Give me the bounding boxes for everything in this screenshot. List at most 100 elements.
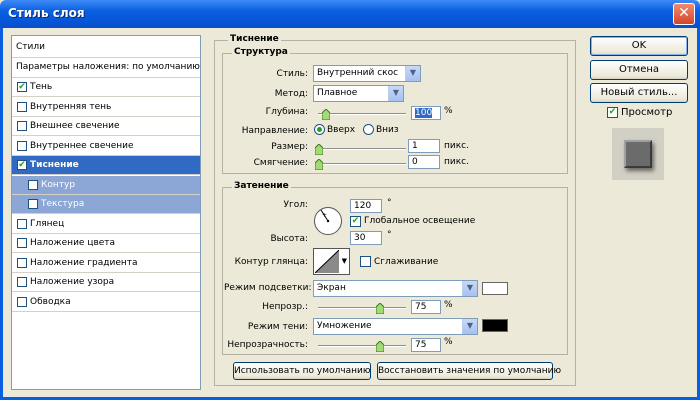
- sidebar-item[interactable]: ✔ Тиснение: [12, 156, 200, 175]
- styles-list: Стили Параметры наложения: по умолчанию …: [11, 35, 201, 390]
- depth-value: 100: [415, 108, 433, 118]
- title-bar[interactable]: Стиль слоя ✕: [0, 0, 700, 28]
- global-light-checkbox[interactable]: ✔: [350, 216, 361, 227]
- sidebar-item-label: Глянец: [30, 218, 65, 229]
- highlight-mode-label: Режим подсветки:: [224, 283, 312, 293]
- soften-slider[interactable]: [315, 159, 406, 170]
- sidebar-item[interactable]: Наложение градиента: [12, 254, 200, 273]
- blending-options-item[interactable]: Параметры наложения: по умолчанию: [12, 58, 200, 78]
- sidebar-item-label: Внешнее свечение: [30, 121, 120, 131]
- soften-unit: пикс.: [444, 157, 469, 167]
- highlight-opacity-slider[interactable]: [318, 303, 406, 314]
- blending-options-label: Параметры наложения: по умолчанию: [16, 62, 200, 72]
- highlight-color-swatch[interactable]: [482, 282, 508, 295]
- slider-thumb-icon[interactable]: [315, 144, 323, 155]
- chevron-down-icon: ▼: [462, 281, 477, 296]
- sidebar-item-label: Внутренняя тень: [30, 101, 112, 112]
- sidebar-item[interactable]: Контур: [12, 175, 200, 195]
- slider-thumb-icon[interactable]: [376, 341, 384, 352]
- sidebar-item-checkbox[interactable]: [28, 199, 38, 209]
- sidebar-item[interactable]: Наложение цвета: [12, 234, 200, 253]
- close-button[interactable]: ✕: [673, 3, 695, 25]
- new-style-button[interactable]: Новый стиль...: [590, 83, 688, 103]
- ok-button[interactable]: OK: [590, 36, 688, 56]
- sidebar-item-label: Контур: [41, 179, 76, 190]
- size-input[interactable]: 1: [408, 139, 440, 153]
- angle-input[interactable]: 120: [350, 199, 382, 213]
- structure-title: Структура: [232, 47, 290, 57]
- direction-up-radio[interactable]: [314, 124, 325, 135]
- chevron-down-icon: ▼: [341, 257, 347, 265]
- sidebar-item[interactable]: Внутренняя тень: [12, 98, 200, 117]
- size-slider[interactable]: [315, 144, 406, 155]
- antialias-checkbox[interactable]: [360, 256, 371, 267]
- sidebar-item-checkbox[interactable]: [17, 296, 27, 307]
- highlight-mode-select[interactable]: Экран ▼: [313, 280, 478, 297]
- direction-down-label: Вниз: [376, 125, 399, 135]
- contour-preview-icon: [315, 250, 339, 273]
- styles-header-label: Стили: [16, 42, 45, 52]
- sidebar-item-checkbox[interactable]: [17, 121, 27, 131]
- sidebar-item-checkbox[interactable]: [17, 257, 27, 268]
- altitude-unit: °: [387, 230, 392, 240]
- altitude-input[interactable]: 30: [350, 231, 382, 245]
- direction-down-radio[interactable]: [363, 124, 374, 135]
- method-label: Метод:: [274, 89, 308, 99]
- depth-label: Глубина:: [265, 107, 308, 117]
- checkmark-icon: ✔: [608, 107, 617, 117]
- sidebar-item-checkbox[interactable]: ✔: [17, 160, 27, 170]
- sidebar-item-label: Наложение узора: [30, 277, 115, 287]
- soften-input[interactable]: 0: [408, 155, 440, 169]
- sidebar-item-checkbox[interactable]: [17, 218, 27, 229]
- direction-up-label: Вверх: [327, 125, 356, 135]
- svg-text:+: +: [322, 212, 327, 219]
- depth-slider[interactable]: [318, 109, 406, 120]
- sidebar-item[interactable]: Внутреннее свечение: [12, 137, 200, 156]
- gloss-contour-label: Контур глянца:: [234, 257, 308, 267]
- depth-unit: %: [444, 106, 453, 116]
- shadow-opacity-input[interactable]: 75: [411, 338, 441, 352]
- antialias-label: Сглаживание: [374, 257, 439, 267]
- shadow-mode-value: Умножение: [317, 321, 372, 331]
- preview-checkbox[interactable]: ✔: [607, 107, 618, 118]
- sidebar-item[interactable]: Наложение узора: [12, 273, 200, 292]
- sidebar-item-checkbox[interactable]: [17, 101, 27, 112]
- shadow-opacity-slider[interactable]: [318, 341, 406, 352]
- shadow-color-swatch[interactable]: [482, 319, 508, 332]
- reset-default-button[interactable]: Восстановить значения по умолчанию: [377, 362, 561, 380]
- styles-header[interactable]: Стили: [12, 36, 200, 58]
- sidebar-item[interactable]: Глянец: [12, 215, 200, 234]
- sidebar-item-checkbox[interactable]: ✔: [17, 82, 27, 92]
- cancel-button[interactable]: Отмена: [590, 60, 688, 80]
- method-select[interactable]: Плавное ▼: [313, 85, 404, 102]
- shadow-mode-select[interactable]: Умножение ▼: [313, 318, 478, 335]
- slider-thumb-icon[interactable]: [376, 303, 384, 314]
- shadow-opacity-label: Непрозрачность:: [227, 340, 308, 350]
- style-label: Стиль:: [276, 69, 308, 79]
- slider-thumb-icon[interactable]: [315, 159, 323, 170]
- sidebar-item[interactable]: Внешнее свечение: [12, 117, 200, 136]
- style-select[interactable]: Внутренний скос ▼: [313, 65, 421, 82]
- close-icon: ✕: [678, 5, 690, 21]
- sidebar-item-label: Обводка: [30, 296, 71, 307]
- angle-unit: °: [387, 198, 392, 208]
- sidebar-item-label: Текстура: [41, 199, 85, 209]
- window-title: Стиль слоя: [8, 6, 85, 20]
- shadow-opacity-unit: %: [444, 337, 453, 347]
- make-default-button[interactable]: Использовать по умолчанию: [233, 362, 371, 380]
- gloss-contour-picker[interactable]: ▼: [313, 248, 350, 275]
- sidebar-item-checkbox[interactable]: [17, 140, 27, 151]
- sidebar-item-checkbox[interactable]: [17, 277, 27, 287]
- sidebar-item[interactable]: Обводка: [12, 293, 200, 312]
- sidebar-item-checkbox[interactable]: [28, 179, 38, 190]
- highlight-opacity-input[interactable]: 75: [411, 300, 441, 314]
- depth-input[interactable]: 100: [411, 106, 441, 120]
- angle-dial-icon[interactable]: +: [313, 206, 343, 236]
- sidebar-item[interactable]: ✔ Тень: [12, 78, 200, 97]
- sidebar-item[interactable]: Текстура: [12, 195, 200, 214]
- emboss-title: Тиснение: [228, 34, 281, 44]
- sidebar-item-checkbox[interactable]: [17, 238, 27, 248]
- sidebar-item-label: Наложение цвета: [30, 238, 116, 248]
- slider-thumb-icon[interactable]: [322, 109, 330, 120]
- shading-title: Затенение: [232, 181, 291, 191]
